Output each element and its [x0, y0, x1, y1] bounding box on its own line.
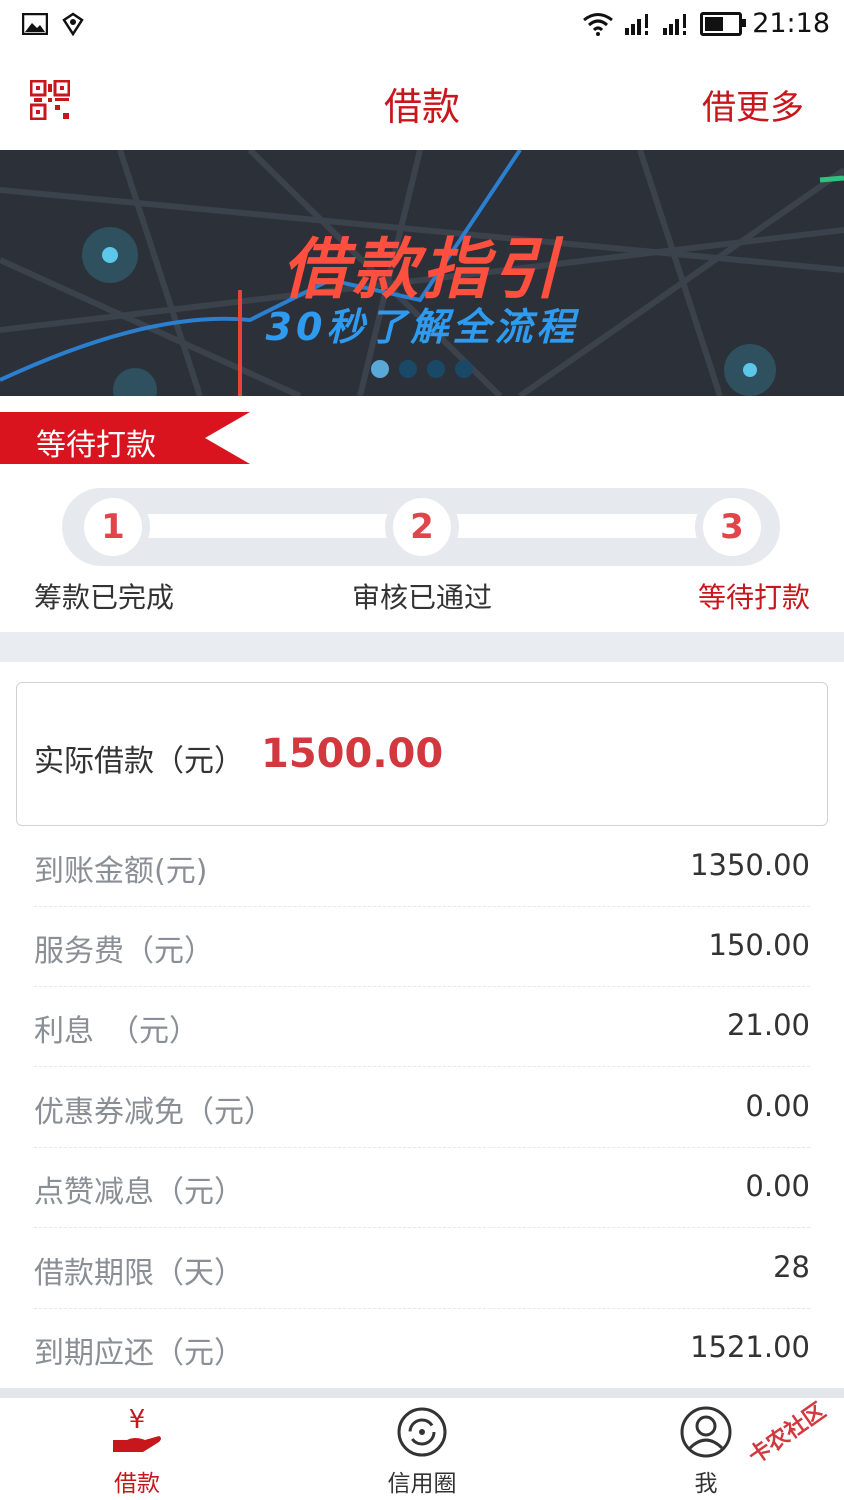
nav-item-credit-circle[interactable]: 信用圈 — [352, 1406, 492, 1498]
banner-subtitle: 30秒了解全流程 — [265, 305, 579, 349]
status-ribbon-label: 等待打款 — [36, 428, 156, 463]
detail-value: 150.00 — [708, 928, 810, 962]
detail-value: 21.00 — [726, 1008, 810, 1042]
detail-value: 28 — [773, 1250, 810, 1284]
nav-label: 我 — [694, 1471, 718, 1497]
status-bar: 21:18 — [0, 0, 844, 50]
carousel-dot[interactable] — [399, 360, 417, 378]
carousel-dot[interactable] — [371, 360, 389, 378]
step-1-label: 筹款已完成 — [34, 581, 175, 614]
step-3-label: 等待打款 — [698, 581, 811, 614]
status-time: 21:18 — [752, 8, 830, 39]
status-ribbon: 等待打款 — [0, 412, 250, 464]
nav-item-loan[interactable]: ¥ 借款 — [67, 1405, 207, 1498]
user-icon — [680, 1406, 732, 1458]
nav-label: 借款 — [114, 1471, 160, 1497]
detail-value: 0.00 — [745, 1089, 810, 1123]
detail-label: 优惠券减免（元） — [34, 1095, 274, 1130]
detail-label: 点赞减息（元） — [34, 1175, 244, 1210]
wifi-icon — [583, 12, 614, 36]
detail-row-due: 到期应还（元） 1521.00 — [34, 1308, 810, 1388]
step-1-circle: 1 — [84, 498, 142, 556]
detail-row-received: 到账金额(元) 1350.00 — [34, 826, 810, 907]
carousel-dot[interactable] — [455, 360, 473, 378]
detail-label: 服务费（元） — [34, 934, 214, 969]
detail-row-coupon: 优惠券减免（元） 0.00 — [34, 1067, 810, 1148]
svg-text:¥: ¥ — [129, 1406, 146, 1435]
section-divider — [0, 632, 844, 662]
image-notification-icon — [22, 13, 48, 35]
yen-hand-icon: ¥ — [113, 1405, 161, 1452]
detail-value: 0.00 — [745, 1169, 810, 1203]
detail-row-term: 借款期限（天） 28 — [34, 1228, 810, 1309]
detail-row-service-fee: 服务费（元） 150.00 — [34, 906, 810, 987]
battery-icon — [700, 11, 747, 36]
actual-loan-label: 实际借款（元） — [34, 744, 244, 779]
borrow-more-link[interactable]: 借更多 — [702, 80, 804, 129]
detail-row-interest: 利息 （元） 21.00 — [34, 986, 810, 1067]
carousel-indicator — [371, 360, 473, 378]
detail-row-like-discount: 点赞减息（元） 0.00 — [34, 1147, 810, 1228]
detail-label: 借款期限（天） — [34, 1256, 244, 1291]
bottom-nav: ¥ 借款 信用圈 我 — [0, 1398, 844, 1500]
detail-label: 利息 （元） — [34, 1014, 199, 1049]
step-2-label: 审核已通过 — [352, 581, 493, 614]
step-2-circle: 2 — [393, 498, 451, 556]
signal-icon-sim2 — [663, 13, 687, 35]
actual-loan-card: 实际借款（元） 1500.00 — [16, 682, 828, 826]
circle-icon — [397, 1407, 447, 1457]
nav-shadow — [0, 1388, 844, 1398]
actual-loan-amount: 1500.00 — [261, 731, 444, 777]
shield-notification-icon — [62, 12, 84, 36]
detail-value: 1521.00 — [690, 1330, 810, 1364]
carousel-dot[interactable] — [427, 360, 445, 378]
signal-icon-sim1 — [625, 13, 649, 35]
detail-label: 到期应还（元） — [34, 1336, 244, 1371]
nav-label: 信用圈 — [387, 1471, 457, 1497]
detail-label: 到账金额(元) — [34, 854, 208, 889]
detail-value: 1350.00 — [690, 848, 810, 882]
app-header: 借款 借更多 — [0, 50, 844, 150]
step-3-circle: 3 — [703, 498, 761, 556]
